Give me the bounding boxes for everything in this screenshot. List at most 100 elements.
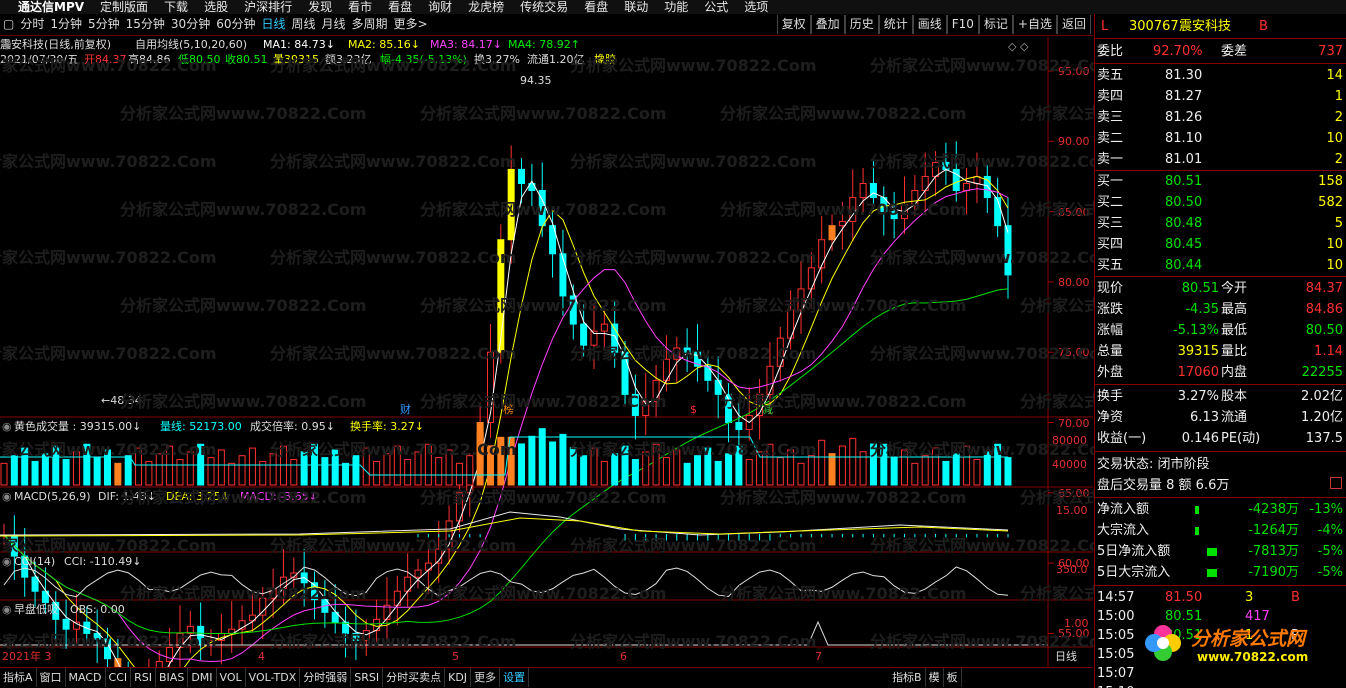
stat-label: 今开 [1221,281,1248,296]
toolbar-button[interactable]: 复权 [776,15,811,34]
indicator-tab[interactable]: DMI [188,668,217,687]
indicator-tab[interactable]: 设置 [500,668,530,687]
toolbar-button[interactable]: +自选 [1012,15,1057,34]
panel-collapse-icon[interactable]: ◉ [2,420,12,434]
candle-body [838,220,846,227]
menu-item[interactable]: 联动 [624,1,648,13]
stock-badge: B [1259,19,1268,34]
period-tab[interactable]: 日线 [258,14,288,35]
indicator-tab[interactable]: 分时强弱 [300,668,352,687]
volume-bar [373,460,381,486]
indicator-tab[interactable]: 板 [944,668,962,687]
indicator-tab[interactable]: BIAS [156,668,189,687]
panel-collapse-icon[interactable]: ◉ [2,490,12,504]
period-tab[interactable]: 1分钟 [47,14,85,35]
toolbar-button[interactable]: 历史 [844,15,879,34]
menu-item[interactable]: 公式 [704,1,728,13]
menu-item[interactable]: 看盘 [584,1,608,13]
indicator-tab[interactable]: 分时买卖点 [383,668,446,687]
indicator-tab[interactable]: 指标B [889,668,926,687]
ask-volume: 1 [1334,89,1343,104]
obs-value: OBS: 0.00 [70,603,125,616]
watermark-text: 分析家公式网www.70822.Com [870,248,1117,267]
period-tab[interactable]: 5分钟 [85,14,123,35]
indicator-tab[interactable]: SRSI [351,668,384,687]
indicator-tab[interactable]: 窗口 [37,668,66,687]
menu-item[interactable]: 功能 [664,1,688,13]
volume-bar [838,445,846,486]
stat-row: 涨幅 -5.13% 最低 80.50 [1095,321,1346,340]
menu-item[interactable]: 选股 [204,1,228,13]
indicator-tab[interactable]: CCI [106,668,132,687]
square-icon[interactable]: ▢ [0,14,17,35]
toolbar-button[interactable]: F10 [946,15,979,34]
menu-item[interactable]: 传统交易 [520,1,568,13]
period-tab[interactable]: 月线 [319,14,349,35]
volume-bar [1004,457,1012,486]
watermark-text: 分析家公式网www.70822.Com [870,440,1117,459]
volume-bar [942,460,950,486]
weibi-label: 委比 [1097,44,1124,59]
menu-item[interactable]: 沪深排行 [244,1,292,13]
bid-price: 80.48 [1165,216,1203,231]
stat-value: 17060 [1177,365,1219,380]
stock-code: 300767 [1129,19,1179,34]
volume-bar [321,457,329,486]
chart-area[interactable]: 震安科技(日线,前复权) 自用均线(5,10,20,60) MA1: 84.73↓ M… [0,37,1267,688]
watermark-text: 分析家公式网www.70822.Com [570,344,817,363]
indicator-tab[interactable]: KDJ [445,668,472,687]
period-tab[interactable]: 30分钟 [168,14,213,35]
toolbar-button[interactable]: 标记 [978,15,1013,34]
toolbar-button[interactable]: 叠加 [810,15,845,34]
menu-item[interactable]: 定制版面 [100,1,148,13]
panel-collapse-icon[interactable]: ◉ [2,555,12,569]
stat-row: 外盘 17060 内盘 22255 [1095,363,1346,382]
period-tab[interactable]: 分时 [17,14,47,35]
indicator-tab[interactable]: VOL [217,668,246,687]
panel-collapse-icon[interactable]: ◉ [2,38,12,52]
toolbar-button[interactable]: 画线 [912,15,947,34]
watermark-text: 分析家公式网www.70822.Com [420,104,667,123]
bid-row: 买三 80.48 5 [1095,214,1346,233]
watermark-text: 分析家公式网www.70822.Com [570,440,817,459]
volume-bar [828,453,836,486]
indicator-tab[interactable]: 模 [926,668,944,687]
watermark-text: 分析家公式网www.70822.Com [0,248,217,267]
ask-label: 卖四 [1097,89,1124,104]
menu-item[interactable]: 看盘 [388,1,412,13]
period-tab[interactable]: 周线 [289,14,319,35]
volume-bar [745,459,753,486]
period-tab[interactable]: 15分钟 [123,14,168,35]
indicator-tab[interactable]: RSI [131,668,156,687]
menu-item[interactable]: 询财 [428,1,452,13]
ask-label: 卖三 [1097,110,1124,125]
event-marker: $ [690,403,697,416]
toolbar-button[interactable]: 返回 [1056,15,1091,34]
menu-item[interactable]: 龙虎榜 [468,1,504,13]
menu-item[interactable]: 发现 [308,1,332,13]
indicator-tab[interactable]: MACD [66,668,106,687]
ask-row: 卖一 81.01 2 [1095,150,1346,169]
toolbar-button[interactable]: 统计 [878,15,913,34]
watermark-text: 分析家公式网www.70822.Com [120,488,367,507]
volume-bar [342,462,350,486]
period-tab[interactable]: 60分钟 [213,14,258,35]
menu-item[interactable]: 看市 [348,1,372,13]
bid-row: 买五 80.44 10 [1095,256,1346,275]
menu-item[interactable]: 选项 [744,1,768,13]
ask-volume: 14 [1326,68,1343,83]
tick-time: 15:05 [1097,647,1135,662]
stat-label: 换手 [1097,389,1124,404]
panel-collapse-icon[interactable]: ◉ [2,603,12,617]
period-tab[interactable]: 更多> [391,14,431,35]
period-tab[interactable]: 多周期 [349,14,391,35]
menu-item[interactable]: 下载 [164,1,188,13]
stat-label: 收益(一) [1097,431,1147,446]
indicator-tab[interactable]: 更多 [471,668,501,687]
candle-body [828,225,836,241]
expand-icon[interactable] [1330,477,1342,489]
indicator-tab[interactable]: 指标A [0,668,37,687]
volume-bar [518,443,526,486]
indicator-tab[interactable]: VOL-TDX [246,668,301,687]
volume-bar [693,455,701,486]
